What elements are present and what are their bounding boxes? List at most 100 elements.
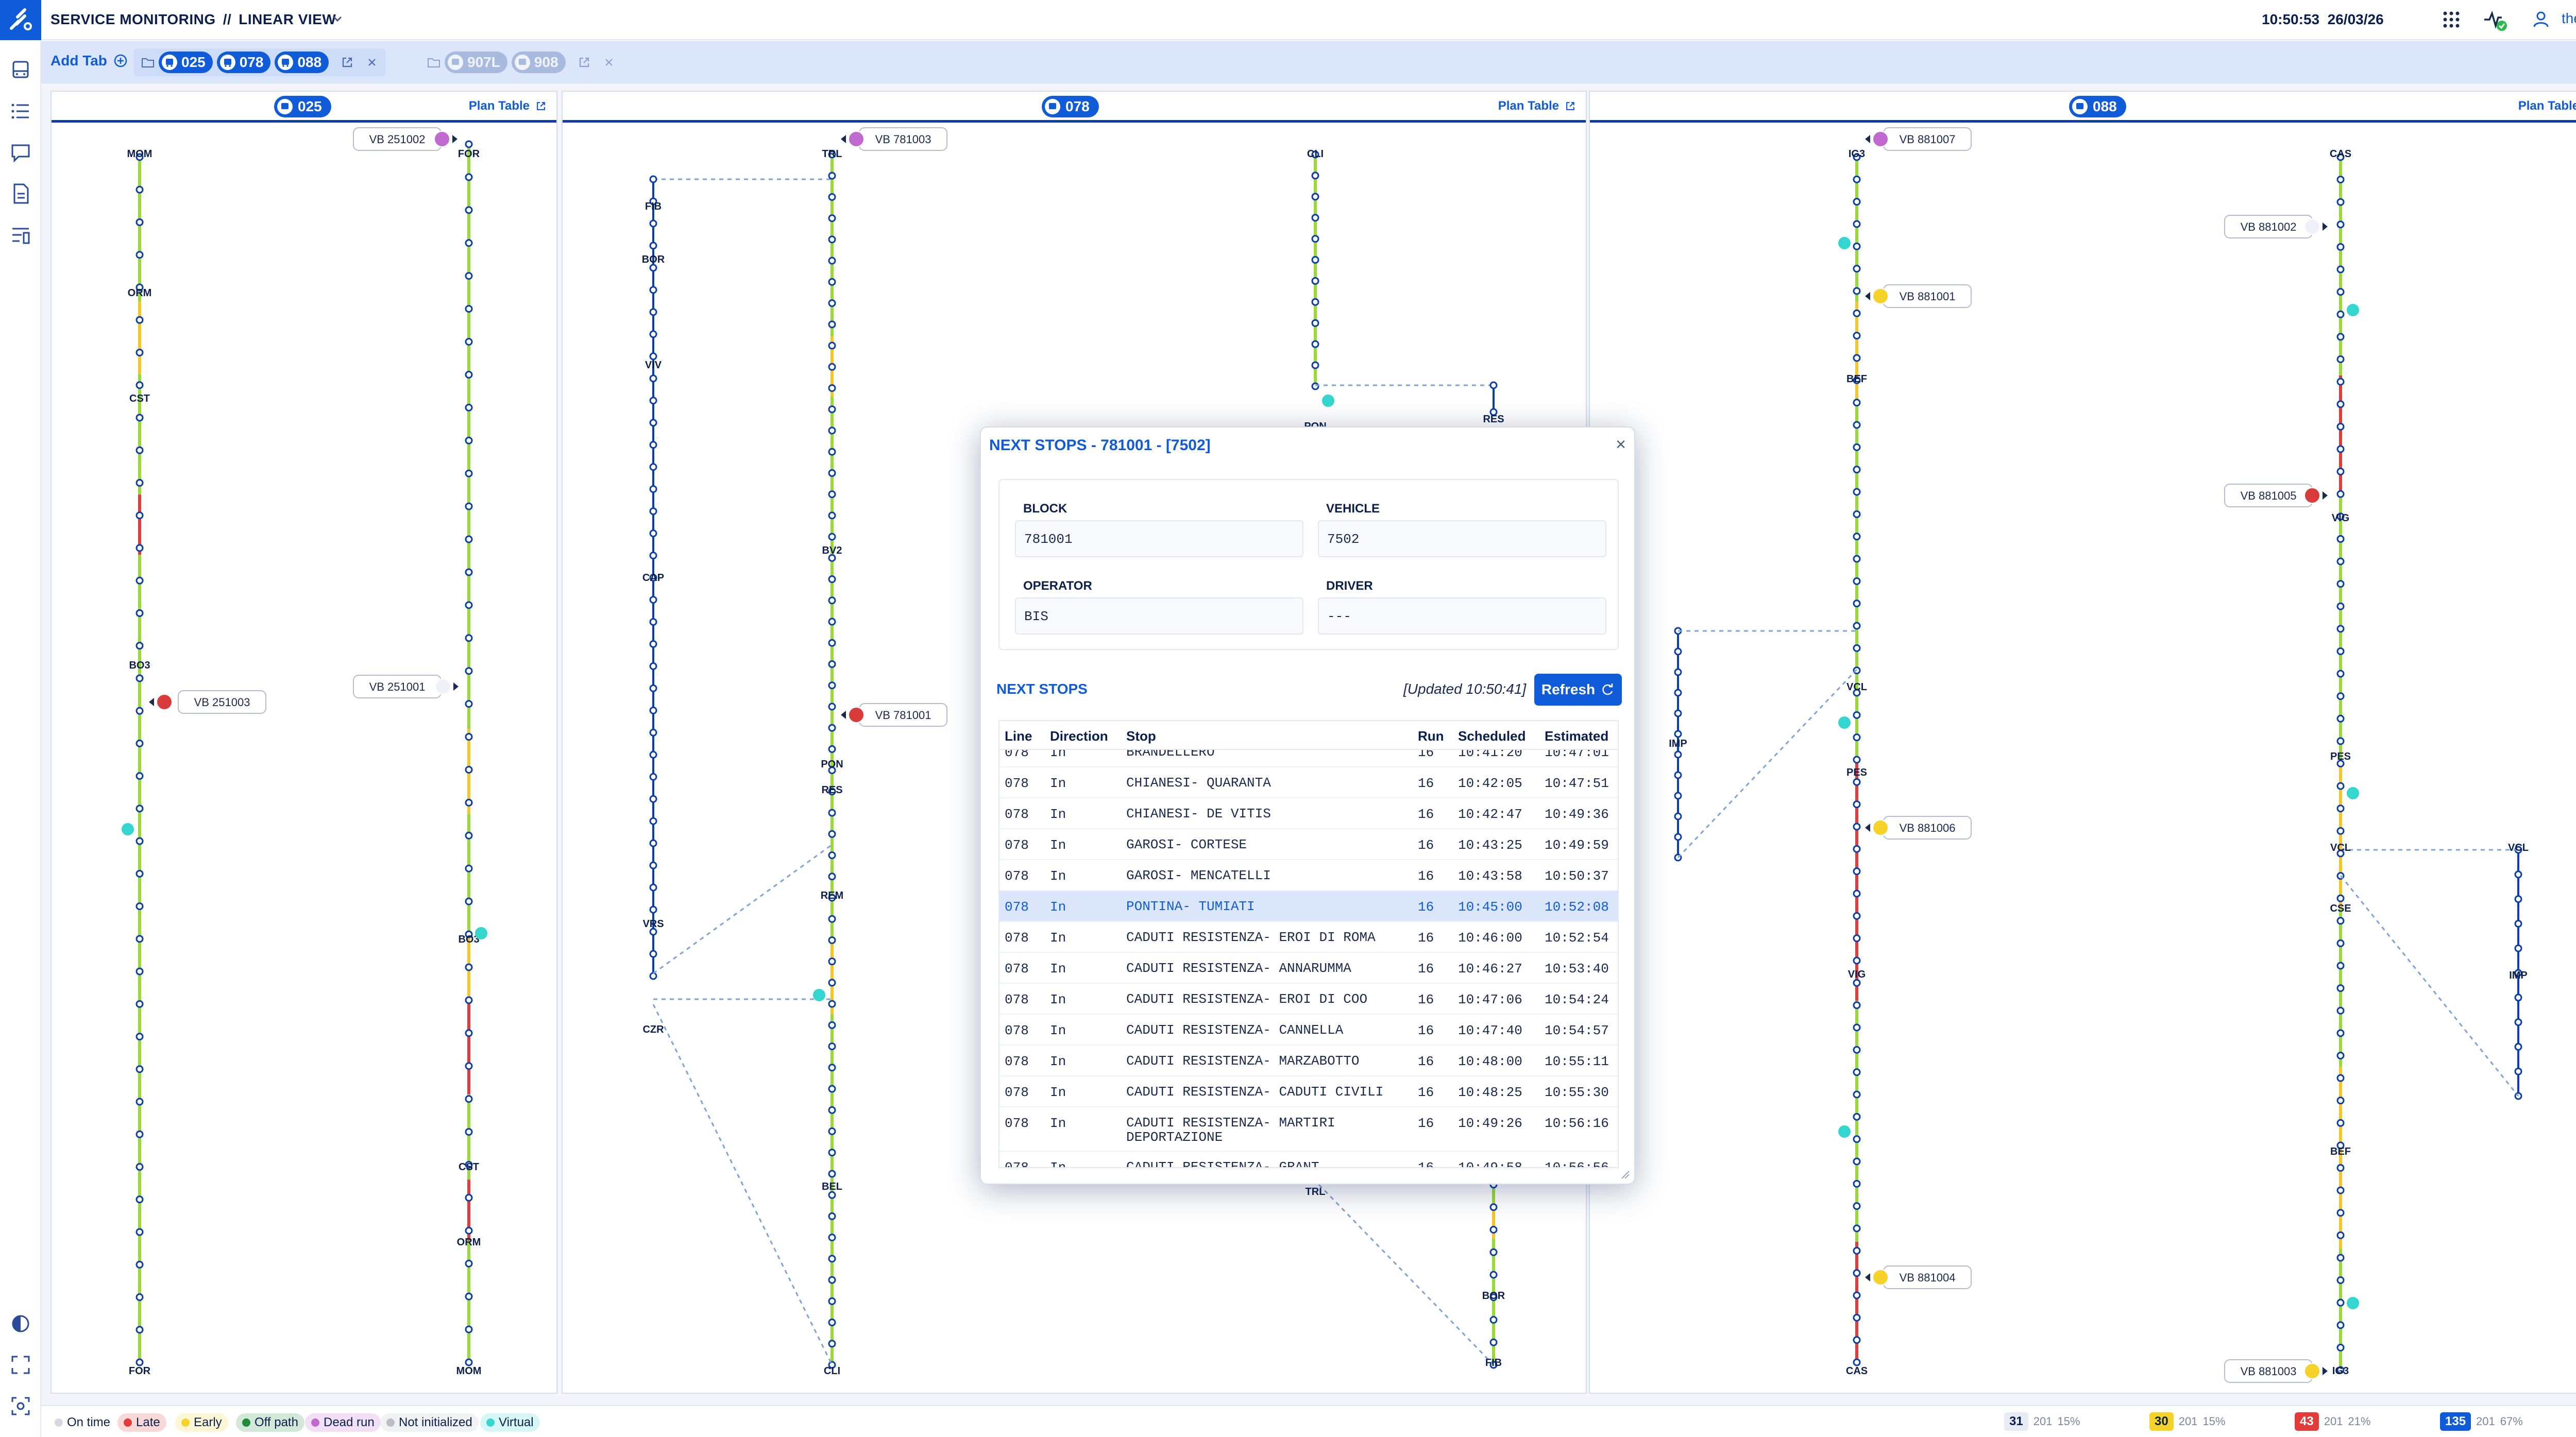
fullscreen-icon[interactable] (9, 1354, 32, 1376)
fleet-stat[interactable]: 135 201 67% (2440, 1412, 2523, 1431)
folder-icon (428, 58, 440, 67)
column-header-estimated[interactable]: Estimated (1545, 728, 1608, 744)
tab-line-label: 907L (467, 54, 500, 70)
status-bar: On time Late Early Off path Dead run Not init… (41, 1405, 2576, 1437)
open-external-icon[interactable] (340, 55, 354, 70)
panel-line-pill: 078 (1042, 96, 1099, 117)
legend-item[interactable]: On time (48, 1413, 116, 1432)
close-icon[interactable] (603, 56, 615, 69)
panel-line-pill: 088 (2069, 96, 2126, 117)
legend-item[interactable]: Dead run (305, 1413, 381, 1432)
table-row[interactable]: 078 In CHIANESI- QUARANTA 16 10:42:05 10:47:5… (999, 767, 1618, 798)
close-icon[interactable] (366, 56, 378, 69)
fleet-stat[interactable]: 31 201 15% (2004, 1412, 2080, 1431)
table-row[interactable]: 078 In CADUTI RESISTENZA- MARZABOTTO 16 10:4… (999, 1046, 1618, 1076)
tab-line-label: 908 (534, 54, 558, 70)
fleet-stat[interactable]: 30 201 15% (2149, 1412, 2225, 1431)
username[interactable]: thetisit (2562, 10, 2576, 27)
panel-header: 088 Plan Table (1590, 92, 2576, 123)
fleet-stat[interactable]: 43 201 21% (2295, 1412, 2370, 1431)
cell-stop: CADUTI RESISTENZA- EROI DI ROMA (1126, 930, 1376, 945)
bus-icon[interactable] (9, 59, 32, 81)
tab-group-active[interactable]: 025 078 088 (134, 48, 386, 76)
column-header-line[interactable]: Line (1005, 728, 1032, 744)
table-row[interactable]: 078 In CADUTI RESISTENZA- EROI DI ROMA 16 10… (999, 922, 1618, 953)
cell-run: 16 (1418, 1023, 1434, 1038)
tab-line-088[interactable]: 088 (275, 52, 329, 73)
refresh-button[interactable]: Refresh (1534, 674, 1622, 706)
bus-icon (448, 55, 463, 70)
plan-table-link[interactable]: Plan Table (2518, 99, 2576, 113)
stat-percent: 15% (2057, 1415, 2080, 1428)
legend-item[interactable]: Off path (236, 1413, 304, 1432)
table-row[interactable]: 078 In CADUTI RESISTENZA- ANNARUMMA 16 10:46… (999, 953, 1618, 984)
user-icon[interactable] (2532, 10, 2550, 28)
chevron-down-icon[interactable] (330, 11, 345, 27)
column-header-scheduled[interactable]: Scheduled (1458, 728, 1526, 744)
column-header-run[interactable]: Run (1418, 728, 1444, 744)
cell-est: 10:54:57 (1545, 1023, 1609, 1038)
focus-icon[interactable] (9, 1395, 32, 1417)
cell-run: 16 (1418, 837, 1434, 853)
legend-item[interactable]: Not initialized (380, 1413, 479, 1432)
add-tab-button[interactable]: Add Tab (50, 53, 128, 69)
apps-grid-icon[interactable] (2442, 10, 2461, 29)
chat-icon[interactable] (9, 141, 32, 164)
legend-label: Dead run (324, 1415, 375, 1429)
legend-dot (311, 1418, 319, 1427)
document-icon[interactable] (9, 182, 32, 205)
tab-line-908[interactable]: 908 (511, 52, 566, 73)
column-header-stop[interactable]: Stop (1126, 728, 1156, 744)
table-row[interactable]: 078 In CADUTI RESISTENZA- MARTIRI DEPORTAZ… (999, 1107, 1618, 1152)
table-row[interactable]: 078 In GAROSI- MENCATELLI 16 10:43:58 10:50:3… (999, 860, 1618, 891)
column-header-direction[interactable]: Direction (1050, 728, 1108, 744)
operator-label: OPERATOR (1023, 579, 1092, 593)
cell-est: 10:52:08 (1545, 899, 1609, 915)
table-row[interactable]: 078 In GAROSI- CORTESE 16 10:43:25 10:49:59 (999, 829, 1618, 860)
cell-line: 078 (1005, 961, 1029, 977)
table-row[interactable]: 078 In CADUTI RESISTENZA- CANNELLA 16 10:47:… (999, 1015, 1618, 1046)
cell-run: 16 (1418, 1054, 1434, 1069)
vehicle-info-box: BLOCK 781001 VEHICLE 7502 OPERATOR BIS D… (998, 479, 1619, 650)
contrast-icon[interactable] (9, 1312, 32, 1335)
connection-status-icon[interactable] (2483, 9, 2509, 32)
resize-handle-icon[interactable] (1619, 1168, 1630, 1179)
cell-dir: In (1050, 930, 1066, 946)
cell-sched: 10:48:25 (1458, 1085, 1522, 1100)
cell-stop: CADUTI RESISTENZA- MARTIRI DEPORTAZIONE (1126, 1115, 1335, 1145)
driver-label: DRIVER (1326, 579, 1373, 593)
tab-line-907l[interactable]: 907L (445, 52, 507, 73)
legend-item[interactable]: Early (175, 1413, 228, 1432)
legend-item[interactable]: Virtual (480, 1413, 540, 1432)
table-row[interactable]: 078 In CHIANESI- DE VITIS 16 10:42:47 10:49:3… (999, 798, 1618, 829)
cell-sched: 10:45:00 (1458, 899, 1522, 915)
legend-label: Late (136, 1415, 160, 1429)
plan-table-link[interactable]: Plan Table (1498, 99, 1577, 113)
legend-dot (181, 1418, 190, 1427)
refresh-icon (1602, 683, 1613, 695)
app-logo[interactable] (0, 0, 41, 40)
driver-field: --- (1318, 597, 1606, 635)
table-row[interactable]: 078 In CADUTI RESISTENZA- GRANT 16 10:49:58 1… (999, 1152, 1618, 1168)
open-external-icon[interactable] (577, 55, 591, 70)
cell-dir: In (1050, 868, 1066, 884)
tab-line-078[interactable]: 078 (216, 52, 271, 73)
panel-line-label: 025 (298, 98, 322, 114)
list-icon[interactable] (9, 100, 32, 123)
filter-list-icon[interactable] (9, 224, 32, 246)
table-row[interactable]: 078 In CADUTI RESISTENZA- CADUTI CIVILI 16 1… (999, 1076, 1618, 1107)
tab-line-025[interactable]: 025 (159, 52, 213, 73)
open-external-icon (1566, 102, 1574, 110)
cell-line: 078 (1005, 1085, 1029, 1100)
close-icon[interactable]: × (1616, 435, 1626, 455)
cell-sched: 10:49:58 (1458, 1160, 1522, 1168)
table-row[interactable]: 078 In PONTINA- TUMIATI 16 10:45:00 10:52:08 (999, 891, 1618, 922)
tab-group-inactive[interactable]: 907L 908 (420, 48, 622, 76)
view-name[interactable]: LINEAR VIEW (239, 11, 336, 27)
cell-sched: 10:48:00 (1458, 1054, 1522, 1069)
legend-item[interactable]: Late (117, 1413, 166, 1432)
table-row[interactable]: 078 In CADUTI RESISTENZA- EROI DI COO 16 10:… (999, 984, 1618, 1015)
legend-dot (386, 1418, 395, 1427)
cell-stop: PONTINA- TUMIATI (1126, 899, 1255, 914)
plan-table-link[interactable]: Plan Table (469, 99, 547, 113)
